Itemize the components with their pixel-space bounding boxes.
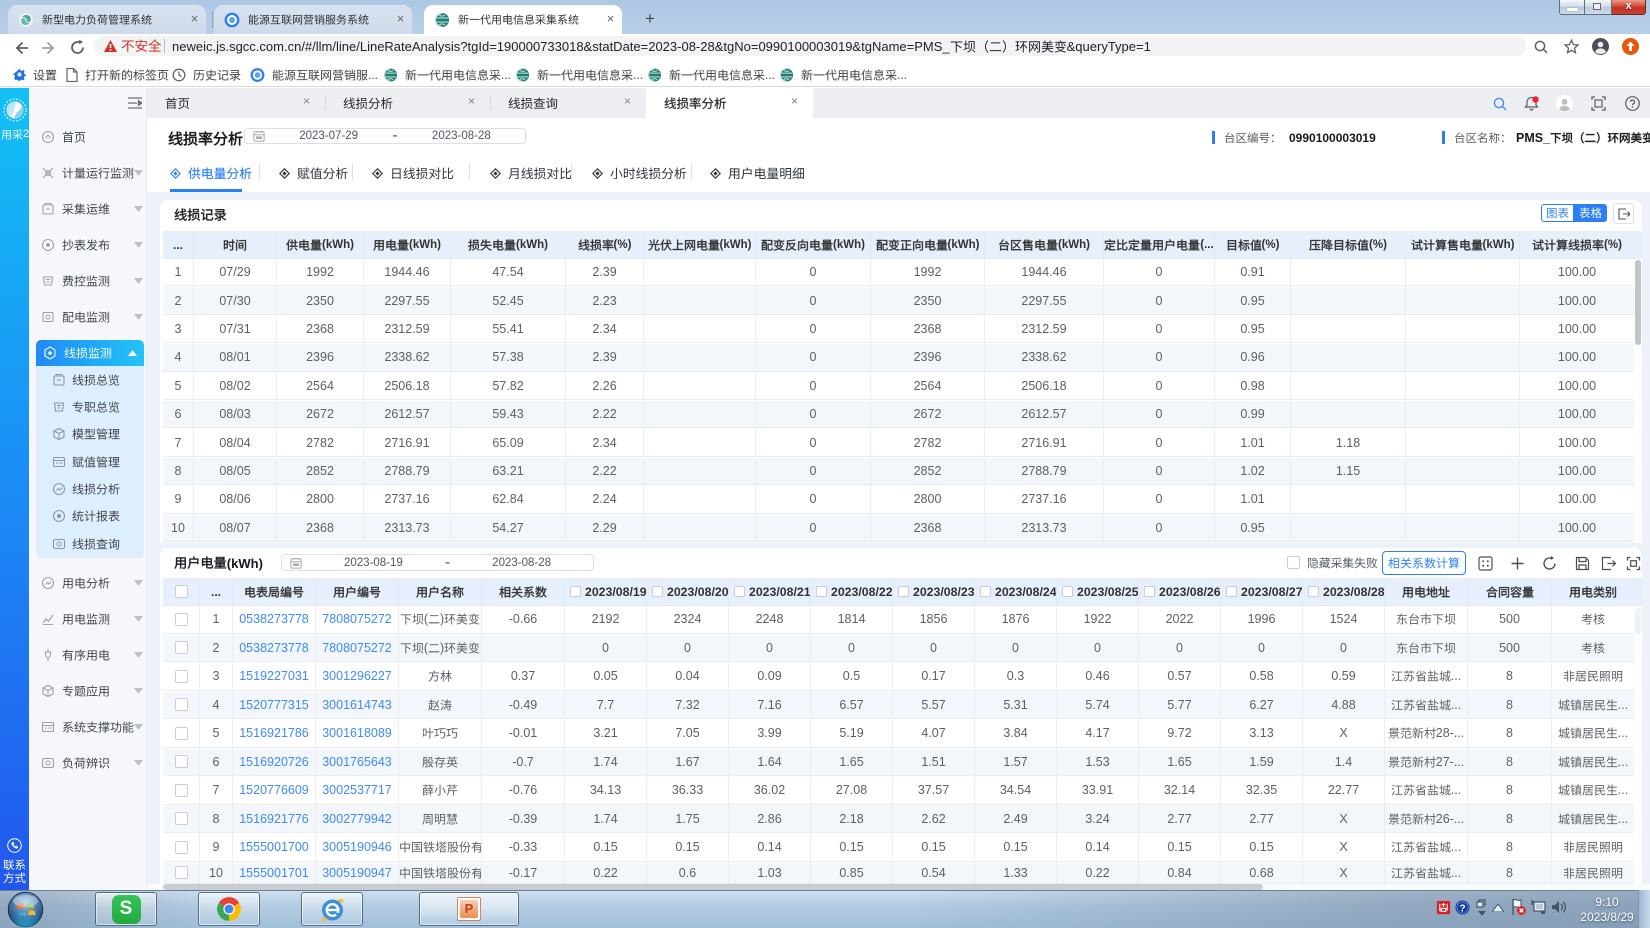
svg-text:?: ?: [1459, 903, 1465, 914]
